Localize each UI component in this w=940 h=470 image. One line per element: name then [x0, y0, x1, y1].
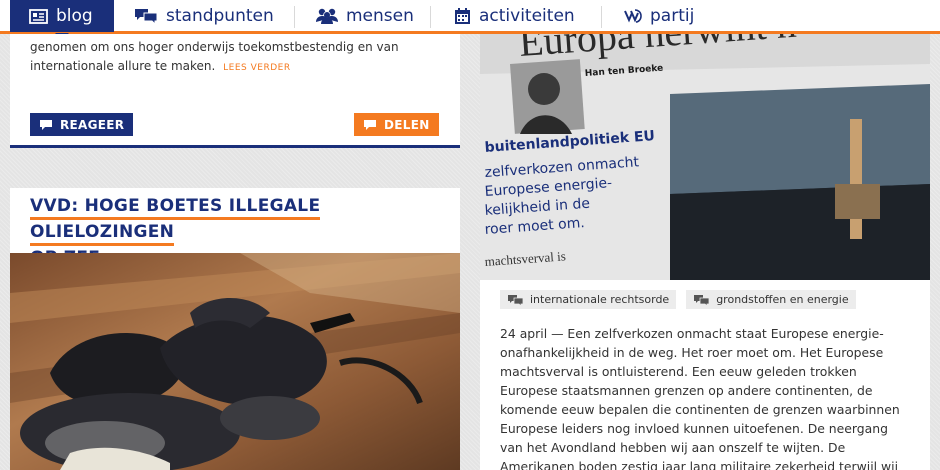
article-title-line: VVD: HOGE BOETES ILLEGALE OLIELOZINGEN [30, 196, 321, 246]
nav-label-mensen: mensen [346, 5, 414, 26]
nav-divider [294, 6, 295, 28]
nav-label-standpunten: standpunten [166, 5, 274, 26]
nav-item-mensen[interactable]: mensen [316, 0, 414, 31]
oiled-birds-photo[interactable] [10, 253, 460, 470]
nav-divider [601, 6, 602, 28]
post-body: 24 april — Een zelfverkozen onmacht staa… [500, 326, 900, 470]
nav-item-partij[interactable]: partij [624, 0, 694, 31]
main-navigation: blog standpunten mensen activiteiten par… [0, 0, 940, 40]
comment-icon [363, 119, 377, 131]
speech-bubbles-icon [507, 294, 524, 306]
blog-post-card: Europa nerwint n Han ten Broeke buitenla… [480, 34, 930, 470]
people-icon [316, 7, 338, 24]
calendar-icon [454, 7, 471, 25]
nav-label-activiteiten: activiteiten [479, 5, 575, 26]
tag-label: grondstoffen en energie [716, 293, 849, 306]
newspaper-photo[interactable]: Europa nerwint n Han ten Broeke buitenla… [480, 34, 930, 280]
nav-item-activiteiten[interactable]: activiteiten [454, 0, 575, 31]
post-teaser-text: genomen om ons hoger onderwijs toekomstb… [30, 40, 399, 73]
react-button[interactable]: REAGEER [30, 113, 134, 136]
vvd-logo-icon [624, 7, 642, 24]
post-teaser: genomen om ons hoger onderwijs toekomstb… [30, 38, 440, 78]
share-button[interactable]: DELEN [354, 113, 439, 136]
nav-label-partij: partij [650, 5, 695, 26]
tag-item[interactable]: grondstoffen en energie [686, 290, 856, 309]
tag-list: internationale rechtsorde grondstoffen e… [500, 290, 856, 309]
read-more-link[interactable]: LEES VERDER [223, 63, 290, 73]
nav-item-standpunten[interactable]: standpunten [134, 0, 274, 31]
speech-bubbles-icon [134, 7, 158, 24]
article-card: VVD: HOGE BOETES ILLEGALE OLIELOZINGEN O… [10, 188, 460, 470]
nav-item-blog[interactable]: blog [10, 0, 114, 40]
blog-post-card: genomen om ons hoger onderwijs toekomstb… [10, 34, 460, 148]
nav-label-blog: blog [56, 6, 93, 26]
nav-divider [430, 6, 431, 28]
share-button-label: DELEN [384, 117, 430, 132]
tag-item[interactable]: internationale rechtsorde [500, 290, 677, 309]
tag-label: internationale rechtsorde [530, 293, 670, 306]
comment-icon [39, 119, 53, 131]
blog-icon [29, 8, 48, 24]
react-button-label: REAGEER [60, 117, 125, 132]
speech-bubbles-icon [693, 294, 710, 306]
